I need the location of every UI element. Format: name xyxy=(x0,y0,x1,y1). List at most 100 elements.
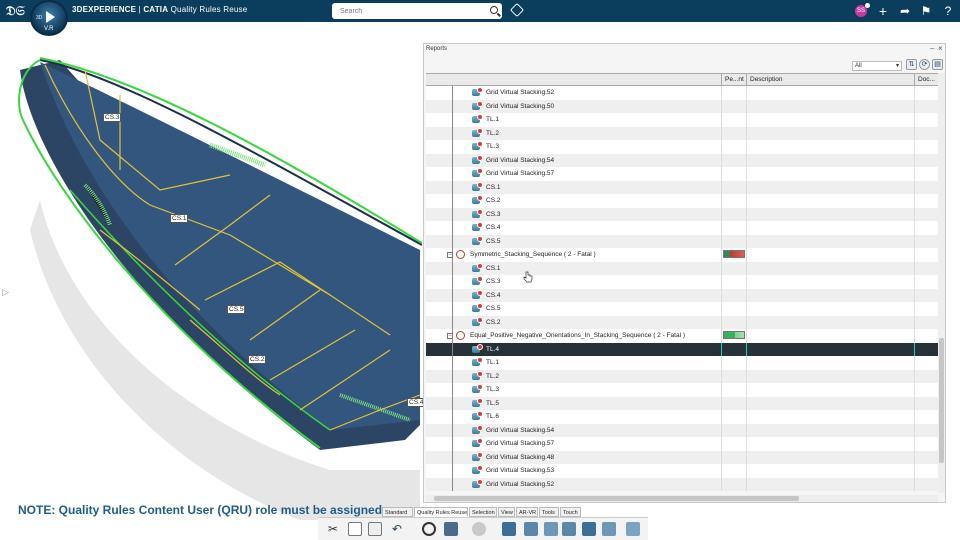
name-cell[interactable]: TL.6 xyxy=(426,410,721,424)
report-rule-row[interactable]: − Symmetric_Stacking_Sequence ( 2 - Fatal… xyxy=(426,248,938,262)
name-cell[interactable]: Grid Virtual Stacking.54 xyxy=(426,153,721,167)
report-item-row[interactable]: CS.4 xyxy=(426,221,938,235)
action-tab[interactable]: Quality Rules Reuse xyxy=(414,507,468,517)
report-item-row[interactable]: TL.5 xyxy=(426,396,938,410)
report-item-row[interactable]: TL.4 xyxy=(426,342,938,356)
action-tab[interactable]: Tools xyxy=(539,507,559,517)
report-item-row[interactable]: Grid Virtual Stacking.48 xyxy=(426,450,938,464)
report-item-row[interactable]: CS.1 xyxy=(426,180,938,194)
action-tab[interactable]: View xyxy=(498,507,515,517)
action-tab[interactable]: Standard xyxy=(382,507,413,517)
name-cell[interactable]: TL.4 xyxy=(426,342,721,356)
rule-apply-icon[interactable] xyxy=(602,522,616,536)
name-cell[interactable]: CS.3 xyxy=(426,207,721,221)
cut-icon[interactable]: ✂ xyxy=(328,522,342,536)
report-item-row[interactable]: Grid Virtual Stacking.57 xyxy=(426,167,938,181)
name-cell[interactable]: Grid Virtual Stacking.57 xyxy=(426,437,721,451)
collapse-icon[interactable]: − xyxy=(447,252,453,258)
report-item-row[interactable]: TL.2 xyxy=(426,369,938,383)
name-cell[interactable]: TL.1 xyxy=(426,113,721,127)
action-tab[interactable]: AR-VR xyxy=(516,507,538,517)
name-cell[interactable]: TL.3 xyxy=(426,383,721,397)
close-icon[interactable]: × xyxy=(938,44,943,53)
rule-edit-icon[interactable] xyxy=(626,522,640,536)
copy-icon[interactable] xyxy=(348,522,362,536)
search-input[interactable] xyxy=(332,3,482,19)
rule-list-icon[interactable] xyxy=(562,522,576,536)
report-item-row[interactable]: Grid Virtual Stacking.50 xyxy=(426,99,938,113)
paste-icon[interactable] xyxy=(368,522,382,536)
help-icon[interactable]: ? xyxy=(941,3,955,19)
name-cell[interactable]: TL.3 xyxy=(426,140,721,154)
horizontal-scrollbar[interactable] xyxy=(426,495,938,502)
boat-hull-model[interactable] xyxy=(0,22,422,540)
rule-table-icon[interactable] xyxy=(582,522,596,536)
name-cell[interactable]: TL.2 xyxy=(426,369,721,383)
name-cell[interactable]: CS.3 xyxy=(426,275,721,289)
column-header-name[interactable] xyxy=(426,74,721,86)
community-icon[interactable]: ⚑ xyxy=(919,3,933,19)
report-item-row[interactable]: Grid Virtual Stacking.57 xyxy=(426,437,938,451)
report-item-row[interactable]: TL.2 xyxy=(426,126,938,140)
report-item-row[interactable]: CS.5 xyxy=(426,302,938,316)
sort-icon[interactable]: ⇅ xyxy=(906,59,917,70)
report-item-row[interactable]: TL.1 xyxy=(426,113,938,127)
rule-report-icon[interactable] xyxy=(524,522,538,536)
report-item-row[interactable]: CS.3 xyxy=(426,207,938,221)
column-header-percent[interactable]: Pe...nt xyxy=(721,74,746,86)
name-cell[interactable]: CS.2 xyxy=(426,194,721,208)
export-icon[interactable]: ▤ xyxy=(932,59,943,70)
ply-label-cs2[interactable]: CS.2 xyxy=(248,355,267,364)
name-cell[interactable]: Grid Virtual Stacking.48 xyxy=(426,450,721,464)
report-item-row[interactable]: TL.3 xyxy=(426,383,938,397)
name-cell[interactable]: CS.1 xyxy=(426,180,721,194)
share-icon[interactable]: ➦ xyxy=(898,3,912,19)
rule-set-icon[interactable] xyxy=(544,522,558,536)
ply-label-cs3[interactable]: CS.3 xyxy=(103,113,122,122)
compass-icon[interactable]: 3D V.R xyxy=(30,0,68,36)
column-header-document[interactable]: Doc... xyxy=(914,74,938,86)
collapse-icon[interactable]: − xyxy=(447,333,453,339)
action-tab[interactable]: Selection xyxy=(469,507,497,517)
name-cell[interactable]: CS.4 xyxy=(426,288,721,302)
action-tab[interactable]: Touch xyxy=(560,507,581,517)
report-item-row[interactable]: Grid Virtual Stacking.54 xyxy=(426,153,938,167)
tag-icon[interactable] xyxy=(509,2,525,18)
report-item-row[interactable]: TL.3 xyxy=(426,140,938,154)
report-item-row[interactable]: Grid Virtual Stacking.53 xyxy=(426,464,938,478)
search-box[interactable] xyxy=(332,3,502,19)
name-cell[interactable]: Grid Virtual Stacking.52 xyxy=(426,477,721,491)
report-item-row[interactable]: Grid Virtual Stacking.52 xyxy=(426,86,938,100)
name-cell[interactable]: Grid Virtual Stacking.57 xyxy=(426,167,721,181)
3d-viewport[interactable]: CS.3 CS.1 CS.5 CS.2 CS.4 ▷ xyxy=(0,22,426,540)
name-cell[interactable]: CS.4 xyxy=(426,221,721,235)
name-cell[interactable]: TL.2 xyxy=(426,126,721,140)
name-cell[interactable]: CS.5 xyxy=(426,302,721,316)
report-item-row[interactable]: CS.4 xyxy=(426,288,938,302)
report-item-row[interactable]: TL.6 xyxy=(426,410,938,424)
name-cell[interactable]: Grid Virtual Stacking.54 xyxy=(426,423,721,437)
vertical-scrollbar[interactable] xyxy=(938,73,945,493)
rule-check-icon[interactable] xyxy=(502,522,516,536)
column-header-description[interactable]: Description xyxy=(746,74,914,86)
report-item-row[interactable]: TL.1 xyxy=(426,356,938,370)
book-icon[interactable] xyxy=(444,522,458,536)
name-cell[interactable]: Grid Virtual Stacking.52 xyxy=(426,86,721,100)
report-rule-row[interactable]: − Equal_Positive_Negative_Orientations_In… xyxy=(426,329,938,343)
filter-select[interactable]: All xyxy=(852,61,902,71)
name-cell[interactable]: − Equal_Positive_Negative_Orientations_In… xyxy=(426,329,721,343)
report-item-row[interactable]: Grid Virtual Stacking.52 xyxy=(426,477,938,491)
vertical-scroll-thumb[interactable] xyxy=(939,338,944,463)
add-icon[interactable]: + xyxy=(876,3,890,19)
undo-icon[interactable]: ↶ xyxy=(392,522,406,536)
report-item-row[interactable]: CS.2 xyxy=(426,315,938,329)
ply-label-cs5[interactable]: CS.5 xyxy=(227,305,246,314)
zoom-icon[interactable] xyxy=(422,522,436,536)
name-cell[interactable]: CS.5 xyxy=(426,234,721,248)
search-icon[interactable] xyxy=(490,6,498,14)
name-cell[interactable]: CS.2 xyxy=(426,315,721,329)
name-cell[interactable]: Grid Virtual Stacking.53 xyxy=(426,464,721,478)
name-cell[interactable]: − Symmetric_Stacking_Sequence ( 2 - Fatal… xyxy=(426,248,721,262)
report-tree[interactable]: Grid Virtual Stacking.52 Grid Virtual Sta… xyxy=(426,86,938,496)
name-cell[interactable]: CS.1 xyxy=(426,261,721,275)
